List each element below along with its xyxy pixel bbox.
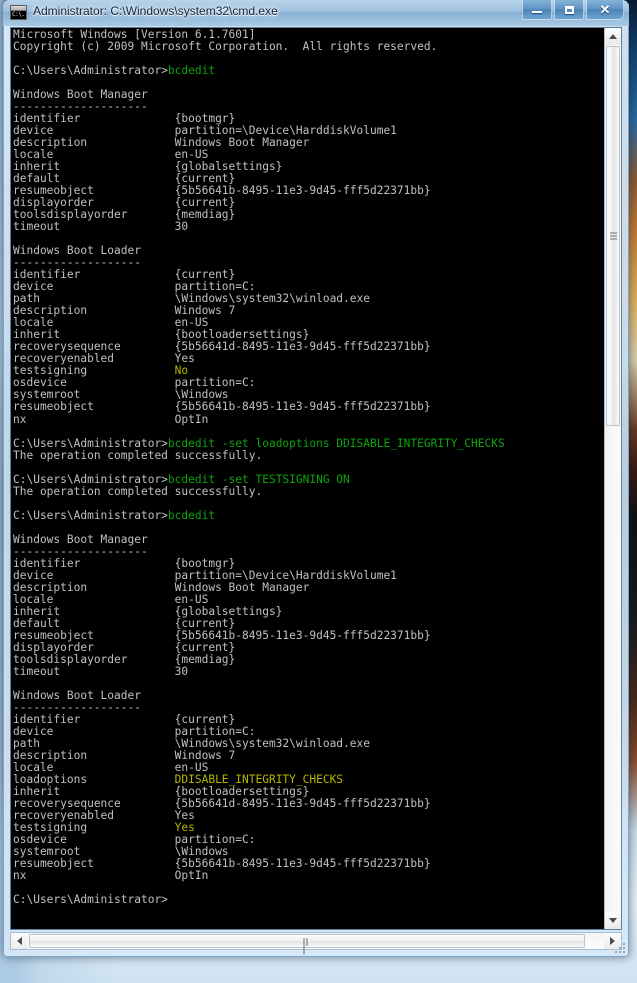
console-text-segment: C:\Users\Administrator> — [13, 893, 168, 907]
console-text: Microsoft Windows [Version 6.1.7601] Copy… — [13, 28, 505, 906]
console-text-segment: bcdedit — [167, 64, 216, 78]
maximize-button[interactable] — [554, 0, 584, 20]
close-icon: ✕ — [599, 1, 611, 17]
horizontal-scroll-thumb[interactable] — [29, 934, 585, 954]
console-line: The operation completed successfully. — [13, 448, 505, 462]
console-line: C:\Users\Administrator>bcdedit — [13, 65, 505, 77]
console-text-segment: nx OptIn — [13, 412, 209, 426]
console-line: nx OptIn — [13, 870, 505, 882]
scroll-left-arrow[interactable] — [11, 933, 28, 949]
console-line: C:\Users\Administrator>bcdedit — [13, 508, 505, 522]
triangle-left-icon — [17, 937, 22, 945]
console-text-segment: C:\Users\Administrator> — [13, 64, 168, 78]
vertical-scrollbar[interactable] — [604, 28, 621, 929]
console-line: timeout 30 — [13, 221, 505, 233]
console-text-segment: The operation completed successfully. — [13, 484, 263, 498]
window-title: Administrator: C:\Windows\system32\cmd.e… — [33, 4, 278, 18]
console-client-area: Microsoft Windows [Version 6.1.7601] Copy… — [10, 27, 622, 930]
cmd-console-icon: C:\. — [10, 5, 27, 20]
triangle-down-icon — [609, 918, 617, 923]
console-text-segment: The operation completed successfully. — [13, 448, 263, 462]
console-text-segment: C:\Users\Administrator> — [13, 508, 168, 522]
minimize-button[interactable] — [522, 0, 552, 20]
hscroll-thumb-grip-icon — [303, 938, 311, 954]
scroll-thumb-grip-icon — [610, 232, 617, 240]
window-resize-grip[interactable] — [615, 943, 627, 955]
cmd-window: C:\. Administrator: C:\Windows\system32\… — [3, 0, 629, 957]
vertical-scroll-thumb[interactable] — [606, 46, 620, 426]
console-line: timeout 30 — [13, 664, 505, 678]
window-titlebar[interactable]: C:\. Administrator: C:\Windows\system32\… — [3, 0, 629, 26]
console-screen[interactable]: Microsoft Windows [Version 6.1.7601] Copy… — [11, 28, 604, 929]
horizontal-scrollbar[interactable] — [10, 932, 622, 954]
console-text-segment: timeout 30 — [13, 220, 189, 234]
close-button[interactable]: ✕ — [586, 0, 624, 20]
console-line: Copyright (c) 2009 Microsoft Corporation… — [13, 41, 505, 53]
console-line: The operation completed successfully. — [13, 484, 505, 498]
console-line: nx OptIn — [13, 412, 505, 426]
minimize-icon — [523, 0, 551, 19]
console-line: C:\Users\Administrator> — [13, 894, 505, 906]
triangle-up-icon — [609, 34, 617, 39]
console-text-segment: timeout 30 — [13, 664, 189, 678]
cmd-icon-label: C:\. — [12, 11, 25, 18]
scroll-up-arrow[interactable] — [605, 28, 621, 45]
console-text-segment: nx OptIn — [13, 869, 209, 883]
console-text-segment: Copyright (c) 2009 Microsoft Corporation… — [13, 40, 438, 54]
console-text-segment: bcdedit — [167, 508, 216, 522]
maximize-icon — [555, 0, 583, 19]
scroll-down-arrow[interactable] — [605, 912, 621, 929]
